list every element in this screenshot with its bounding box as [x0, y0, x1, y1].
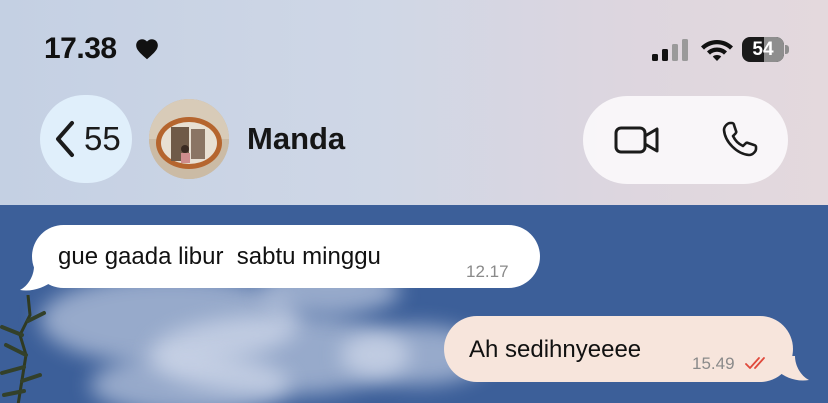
message-time: 12.17: [466, 262, 509, 281]
message-bubble-outgoing[interactable]: Ah sedihnyeeee 15.49: [444, 316, 793, 382]
battery-level: 54: [752, 39, 774, 60]
status-time: 17.38: [44, 32, 117, 65]
read-ticks-icon: [745, 357, 765, 369]
battery-icon: 54: [742, 37, 789, 62]
call-actions: [583, 96, 788, 184]
tree-branch: [0, 295, 46, 403]
chevron-left-icon: [56, 121, 74, 157]
message-text: Ah sedihnyeeee: [469, 336, 642, 363]
back-button[interactable]: 55: [40, 95, 132, 183]
phone-icon[interactable]: [721, 120, 759, 158]
avatar-photo: [149, 99, 229, 179]
video-call-icon[interactable]: [614, 122, 660, 158]
message-bubble-incoming[interactable]: gue gaada libur sabtu minggu 12.17: [32, 225, 540, 288]
avatar[interactable]: [149, 99, 229, 179]
message-text: gue gaada libur sabtu minggu: [58, 243, 381, 270]
heart-icon: [136, 39, 158, 60]
signal-icon: [652, 39, 688, 61]
chat-header: 17.38 54 55 Manda: [0, 0, 828, 205]
unread-count: 55: [84, 120, 121, 157]
wifi-icon: [701, 40, 733, 61]
message-time: 15.49: [692, 354, 735, 373]
contact-name[interactable]: Manda: [247, 121, 345, 157]
